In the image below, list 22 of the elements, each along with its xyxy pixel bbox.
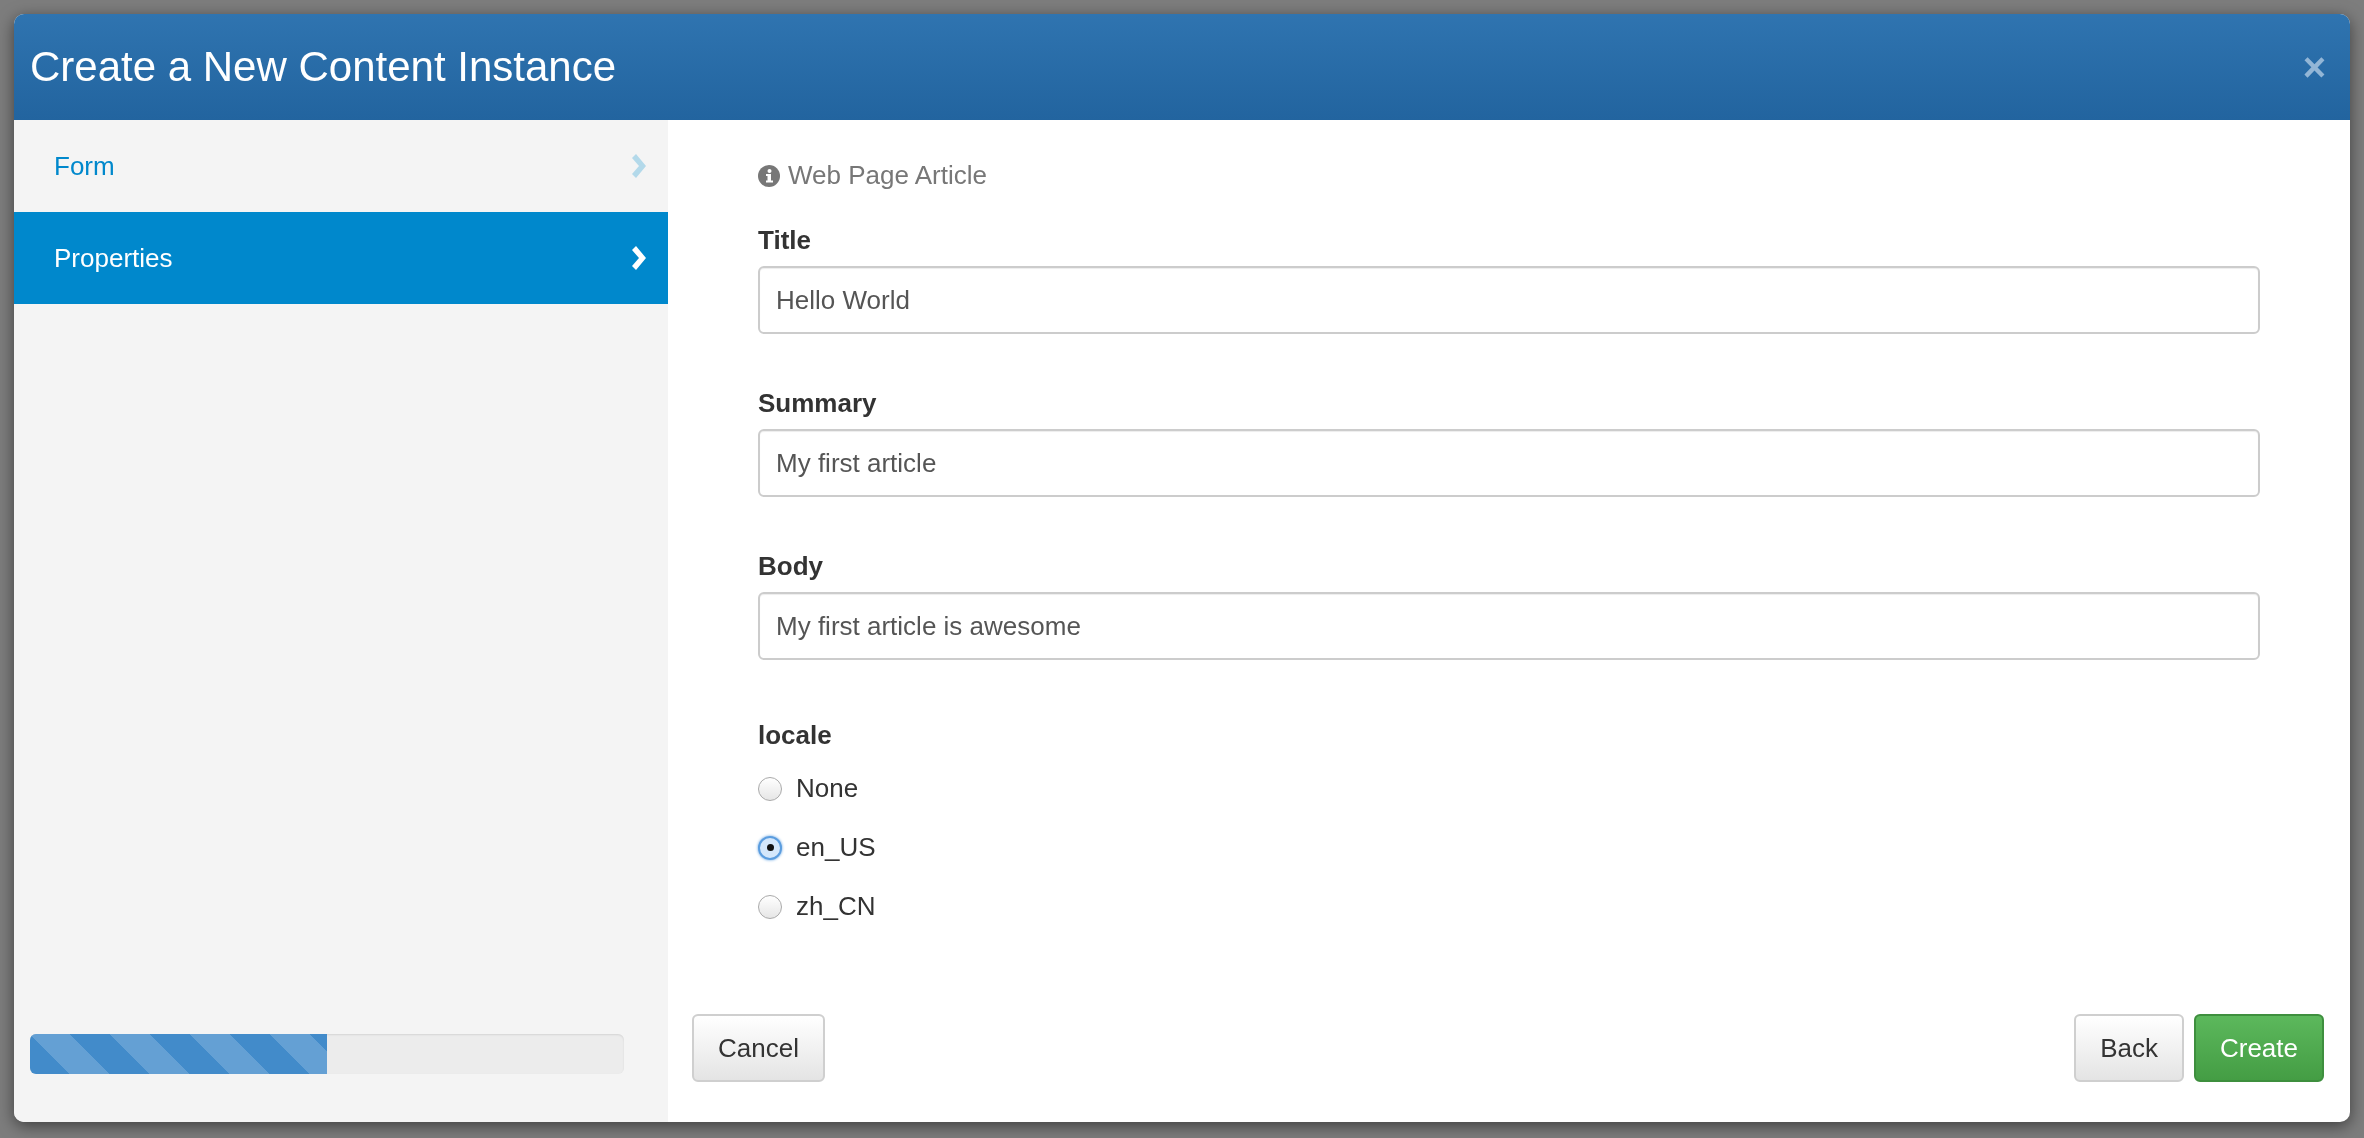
chevron-icon — [630, 154, 646, 178]
field-label: Summary — [758, 387, 878, 420]
radio-label: zh_CN — [796, 890, 876, 923]
input-field[interactable]: My first article is awesome — [758, 592, 2260, 660]
input-field[interactable]: Hello World — [758, 266, 2260, 334]
radio-label: None — [796, 772, 859, 805]
sidebar-step[interactable]: Form — [14, 120, 668, 212]
info-icon — [758, 164, 780, 187]
field-label: Title — [758, 224, 812, 257]
field-label: Body — [758, 550, 824, 583]
dialog-title: Create a New Content Instance — [30, 46, 616, 88]
sidebar-step[interactable]: Properties — [14, 212, 668, 304]
radio-label: en_US — [796, 831, 876, 864]
content-type-label: Web Page Article — [788, 159, 987, 192]
radio-button[interactable] — [758, 776, 782, 801]
input-field[interactable]: My first article — [758, 429, 2260, 497]
dialog-button[interactable]: Back — [2074, 1014, 2184, 1082]
field-label: locale — [758, 719, 833, 752]
radio-button[interactable] — [758, 835, 782, 860]
radio-button[interactable] — [758, 894, 782, 919]
chevron-icon — [630, 246, 646, 270]
dialog-button[interactable]: Cancel — [692, 1014, 825, 1082]
